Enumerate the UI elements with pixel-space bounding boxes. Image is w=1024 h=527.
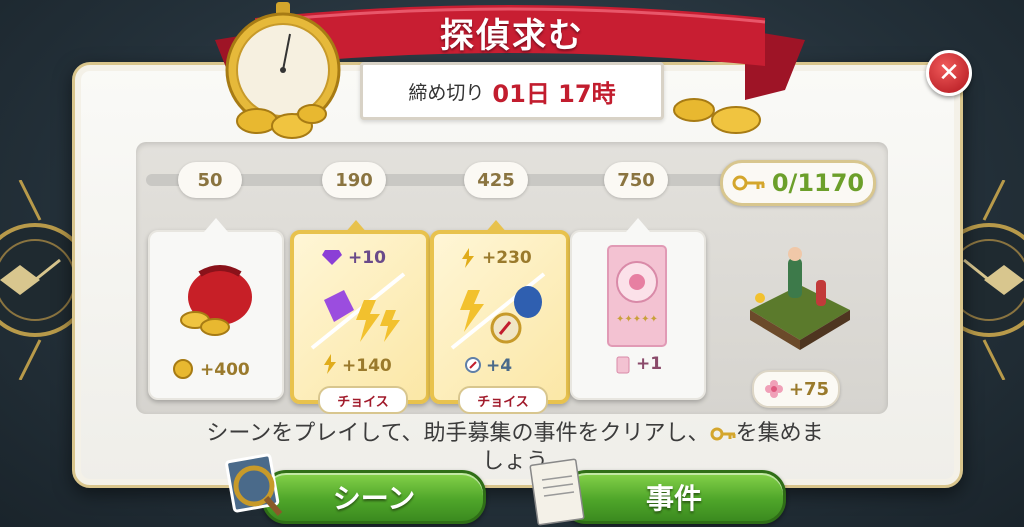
case-button-label: 事件 bbox=[645, 482, 702, 515]
milestone-1: 50 bbox=[178, 162, 242, 198]
reward-amount-energy: +140 bbox=[342, 356, 392, 376]
reward-card-energy-compass[interactable]: +230 +4 チョイス bbox=[430, 220, 570, 414]
svg-text:✦✦✦✦✦: ✦✦✦✦✦ bbox=[616, 314, 658, 325]
pink-card-icon: ✦✦✦✦✦ bbox=[607, 245, 667, 347]
instructions-part1: シーンをプレイして、助手募集の事件をクリアし、 bbox=[206, 421, 710, 446]
deadline-value: 01日 17時 bbox=[492, 79, 616, 108]
page-title: 探偵求む bbox=[440, 16, 584, 56]
small-card-icon bbox=[616, 356, 630, 374]
gem-and-lightning-icon bbox=[310, 272, 406, 350]
milestone-3: 425 bbox=[464, 162, 528, 198]
flower-amount: +75 bbox=[788, 378, 830, 400]
key-count: 0/1170 bbox=[771, 169, 865, 197]
key-icon bbox=[732, 175, 765, 191]
reward-amount-compass: +4 bbox=[486, 356, 513, 376]
coins-left-icon bbox=[236, 104, 327, 139]
key-counter: 0/1170 bbox=[720, 160, 876, 206]
choice-badge: チョイス bbox=[458, 386, 548, 414]
magnifier-scene-icon bbox=[225, 453, 283, 516]
reward-card-coins[interactable]: +400 bbox=[148, 218, 284, 400]
final-reward-diorama[interactable] bbox=[740, 240, 860, 360]
reward-amount-gems: +10 bbox=[348, 248, 386, 268]
reward-amount: +400 bbox=[200, 360, 250, 380]
coin-sack-icon bbox=[180, 265, 252, 336]
deadline-box: 締め切り 01日 17時 bbox=[360, 62, 664, 120]
gem-icon bbox=[322, 250, 342, 265]
flower-reward: +75 bbox=[752, 370, 840, 408]
close-icon: ✕ bbox=[938, 58, 960, 88]
reward-card-pink-card[interactable]: ✦✦✦✦✦ +1 bbox=[570, 218, 706, 400]
flower-icon bbox=[764, 380, 783, 398]
key-icon bbox=[710, 427, 736, 441]
case-button[interactable]: 事件 bbox=[562, 470, 786, 524]
lightning-icon bbox=[462, 248, 474, 268]
milestone-2: 190 bbox=[322, 162, 386, 198]
case-file-icon bbox=[529, 458, 585, 526]
reward-amount-energy: +230 bbox=[482, 248, 532, 268]
lightning-and-compass-icon bbox=[450, 272, 546, 350]
milestone-4: 750 bbox=[604, 162, 668, 198]
close-button[interactable]: ✕ bbox=[926, 50, 972, 96]
coin-icon bbox=[173, 359, 193, 379]
choice-badge: チョイス bbox=[318, 386, 408, 414]
lightning-icon bbox=[324, 354, 336, 374]
coins-right-icon bbox=[673, 98, 761, 134]
scene-button-label: シーン bbox=[332, 482, 416, 515]
reward-amount-card: +1 bbox=[636, 354, 663, 374]
reward-card-gems-energy[interactable]: +10 +140 チョイス bbox=[290, 220, 430, 414]
instructions-part2: を集めま bbox=[735, 421, 824, 446]
scene-button[interactable]: シーン bbox=[262, 470, 486, 524]
deadline-label: 締め切り bbox=[408, 81, 485, 104]
compass-icon bbox=[465, 357, 481, 373]
